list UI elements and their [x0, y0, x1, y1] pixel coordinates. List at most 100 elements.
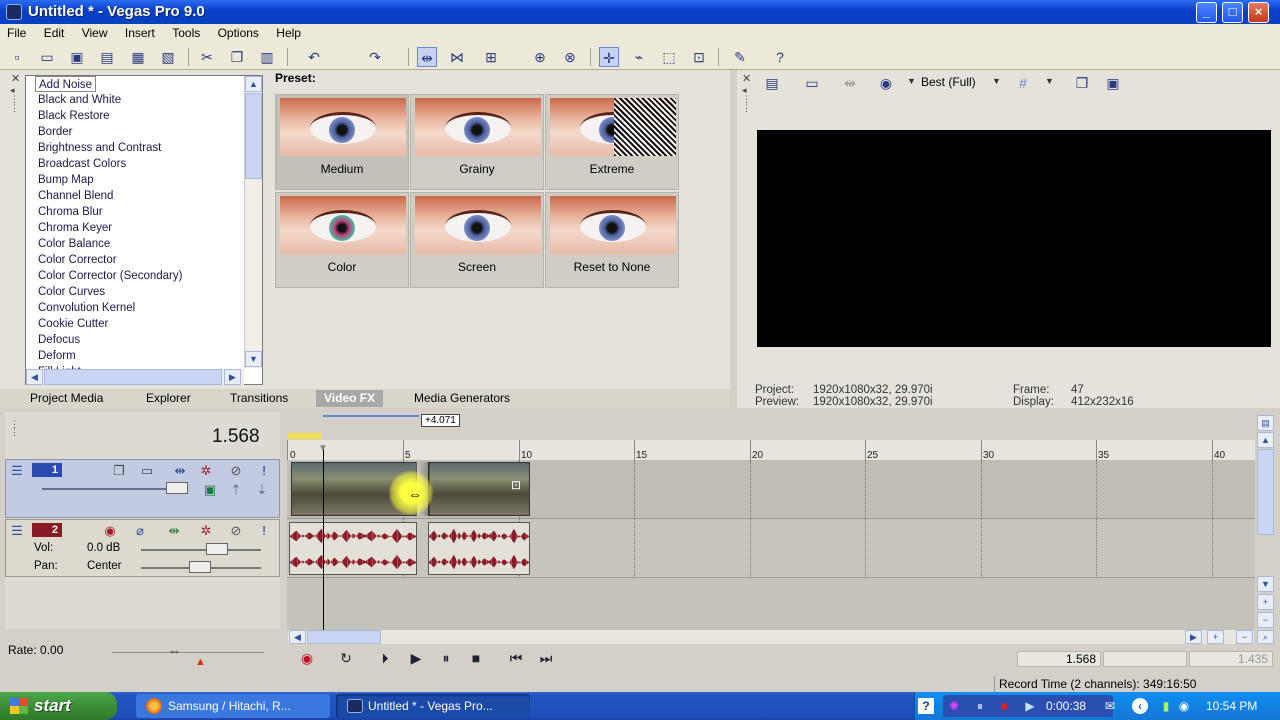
- taskbar-item-vegas[interactable]: Untitled * - Vegas Pro...: [336, 694, 530, 718]
- save-icon[interactable]: ▣: [67, 47, 87, 67]
- selection-tool-icon[interactable]: ⬚: [659, 47, 679, 67]
- envelope-icon[interactable]: ✉: [1102, 698, 1118, 714]
- scroll-left-icon[interactable]: ◀: [289, 630, 306, 644]
- go-to-start-icon[interactable]: ⏮: [506, 650, 526, 666]
- restore-button[interactable]: □: [1222, 2, 1243, 23]
- lock-envelopes-icon[interactable]: ⊕: [530, 47, 550, 67]
- move-up-icon[interactable]: ⇡: [228, 482, 244, 498]
- preview-quality-select[interactable]: Best (Full): [921, 75, 976, 89]
- play-icon[interactable]: ▶: [406, 650, 426, 666]
- list-item[interactable]: Color Curves: [26, 284, 262, 300]
- envelope-tool-icon[interactable]: ⌁: [629, 47, 649, 67]
- pan-slider-thumb[interactable]: [189, 561, 211, 573]
- play-from-start-icon[interactable]: ⏵: [375, 650, 395, 666]
- menu-help[interactable]: Help: [269, 24, 308, 42]
- scroll-thumb[interactable]: [245, 93, 262, 179]
- preview-properties-icon[interactable]: ▤: [762, 73, 782, 93]
- list-item[interactable]: Broadcast Colors: [26, 156, 262, 172]
- menu-options[interactable]: Options: [211, 24, 266, 42]
- playhead-handle-icon[interactable]: ▼: [318, 443, 328, 454]
- save-as-icon[interactable]: ▤: [97, 47, 117, 67]
- list-item[interactable]: Black Restore: [26, 108, 262, 124]
- chevron-down-icon[interactable]: ▼: [1045, 76, 1054, 86]
- scroll-thumb[interactable]: [44, 369, 222, 385]
- redo-icon[interactable]: ↷: [365, 47, 385, 67]
- list-item[interactable]: Color Balance: [26, 236, 262, 252]
- track-fx-icon[interactable]: ✲: [198, 463, 214, 479]
- list-item[interactable]: Chroma Keyer: [26, 220, 262, 236]
- record-icon[interactable]: ◉: [297, 650, 317, 666]
- solo-icon[interactable]: !: [256, 463, 272, 479]
- tab-transitions[interactable]: Transitions: [222, 390, 296, 407]
- network-icon[interactable]: ◉: [1176, 698, 1192, 714]
- pause-icon[interactable]: ⏸: [972, 698, 988, 714]
- composite-mode-icon[interactable]: ❐: [111, 463, 127, 479]
- properties-icon[interactable]: ▧: [158, 47, 178, 67]
- rate-slider-track[interactable]: [112, 652, 264, 653]
- zoom-in-icon[interactable]: +: [1207, 630, 1224, 644]
- mute-icon[interactable]: ⊘: [228, 523, 244, 539]
- list-item[interactable]: Brightness and Contrast: [26, 140, 262, 156]
- solo-icon[interactable]: !: [256, 523, 272, 539]
- preset-extreme[interactable]: Extreme: [545, 94, 679, 190]
- list-item[interactable]: Cookie Cutter: [26, 316, 262, 332]
- scroll-up-icon[interactable]: ▲: [245, 76, 262, 92]
- menu-view[interactable]: View: [75, 24, 115, 42]
- panel-grip-icon[interactable]: ◂ ⋮ ⋮: [10, 86, 19, 113]
- list-item[interactable]: Add Noise: [35, 76, 97, 92]
- list-item[interactable]: Color Corrector: [26, 252, 262, 268]
- preset-reset-to-none[interactable]: Reset to None: [545, 192, 679, 288]
- preset-medium[interactable]: Medium: [275, 94, 409, 190]
- audio-clip[interactable]: [428, 522, 530, 575]
- zoom-out-vertical-icon[interactable]: −: [1257, 612, 1274, 628]
- preset-grainy[interactable]: Grainy: [410, 94, 544, 190]
- level-slider-thumb[interactable]: [166, 482, 188, 494]
- timeline-vscroll-thumb[interactable]: [1257, 449, 1274, 535]
- overlays-icon[interactable]: #: [1013, 73, 1033, 93]
- list-item[interactable]: Bump Map: [26, 172, 262, 188]
- timeline-hscrollbar[interactable]: [288, 630, 1254, 644]
- tab-explorer[interactable]: Explorer: [138, 390, 199, 407]
- whats-this-icon[interactable]: ?: [770, 47, 790, 67]
- pause-icon[interactable]: ⏸: [436, 650, 456, 666]
- loop-region-bar[interactable]: [323, 415, 419, 417]
- track-expand-icon[interactable]: ☰: [9, 523, 25, 539]
- app-icon[interactable]: [6, 4, 22, 20]
- chevron-down-icon[interactable]: ▼: [992, 76, 1001, 86]
- volume-slider-thumb[interactable]: [206, 543, 228, 555]
- timeline-menu-icon[interactable]: ▤: [1257, 415, 1274, 431]
- preset-color[interactable]: Color: [275, 192, 409, 288]
- zoom-in-vertical-icon[interactable]: +: [1257, 594, 1274, 610]
- list-item[interactable]: Convolution Kernel: [26, 300, 262, 316]
- list-item[interactable]: Chroma Blur: [26, 204, 262, 220]
- ignore-grouping-icon[interactable]: ⊗: [560, 47, 580, 67]
- collapse-tray-icon[interactable]: ‹: [1132, 698, 1148, 714]
- panel-grip-icon[interactable]: ⋮ ⋮: [10, 420, 19, 437]
- online-help-icon[interactable]: ✎: [730, 47, 750, 67]
- cut-icon[interactable]: ✂: [197, 47, 217, 67]
- mute-icon[interactable]: ⊘: [228, 463, 244, 479]
- render-icon[interactable]: ▦: [128, 47, 148, 67]
- scroll-right-icon[interactable]: ▶: [1185, 630, 1202, 644]
- track-fx-icon[interactable]: ✲: [198, 523, 214, 539]
- zoom-tool-icon[interactable]: ⌕: [1257, 630, 1274, 644]
- scroll-down-icon[interactable]: ▼: [245, 351, 262, 367]
- arm-record-icon[interactable]: ◉: [102, 523, 118, 539]
- minimize-button[interactable]: _: [1196, 2, 1217, 23]
- list-item[interactable]: Channel Blend: [26, 188, 262, 204]
- parent-motion-icon[interactable]: ▭: [139, 463, 155, 479]
- rate-slider-thumb[interactable]: ⇔: [168, 643, 181, 658]
- menu-file[interactable]: File: [0, 24, 33, 42]
- copy-snapshot-icon[interactable]: ❐: [1072, 73, 1092, 93]
- menu-insert[interactable]: Insert: [118, 24, 162, 42]
- level-slider-track[interactable]: [42, 488, 182, 490]
- fx-list-scrollbar[interactable]: ▲ ▼: [244, 76, 262, 368]
- preview-close-icon[interactable]: ✕: [742, 72, 751, 85]
- invert-phase-icon[interactable]: ⌀: [132, 523, 148, 539]
- list-item[interactable]: Border: [26, 124, 262, 140]
- video-track-header[interactable]: ☰ 1 ❐ ▭ ⇹ ✲ ⊘ ! ▣ ⇡ ⇣: [5, 459, 280, 518]
- chevron-down-icon[interactable]: ▼: [907, 76, 916, 86]
- fx-plugin-list[interactable]: Add Noise Black and White Black Restore …: [25, 75, 263, 385]
- scroll-right-icon[interactable]: ▶: [224, 369, 241, 385]
- ripple-icon[interactable]: ⊞: [481, 47, 501, 67]
